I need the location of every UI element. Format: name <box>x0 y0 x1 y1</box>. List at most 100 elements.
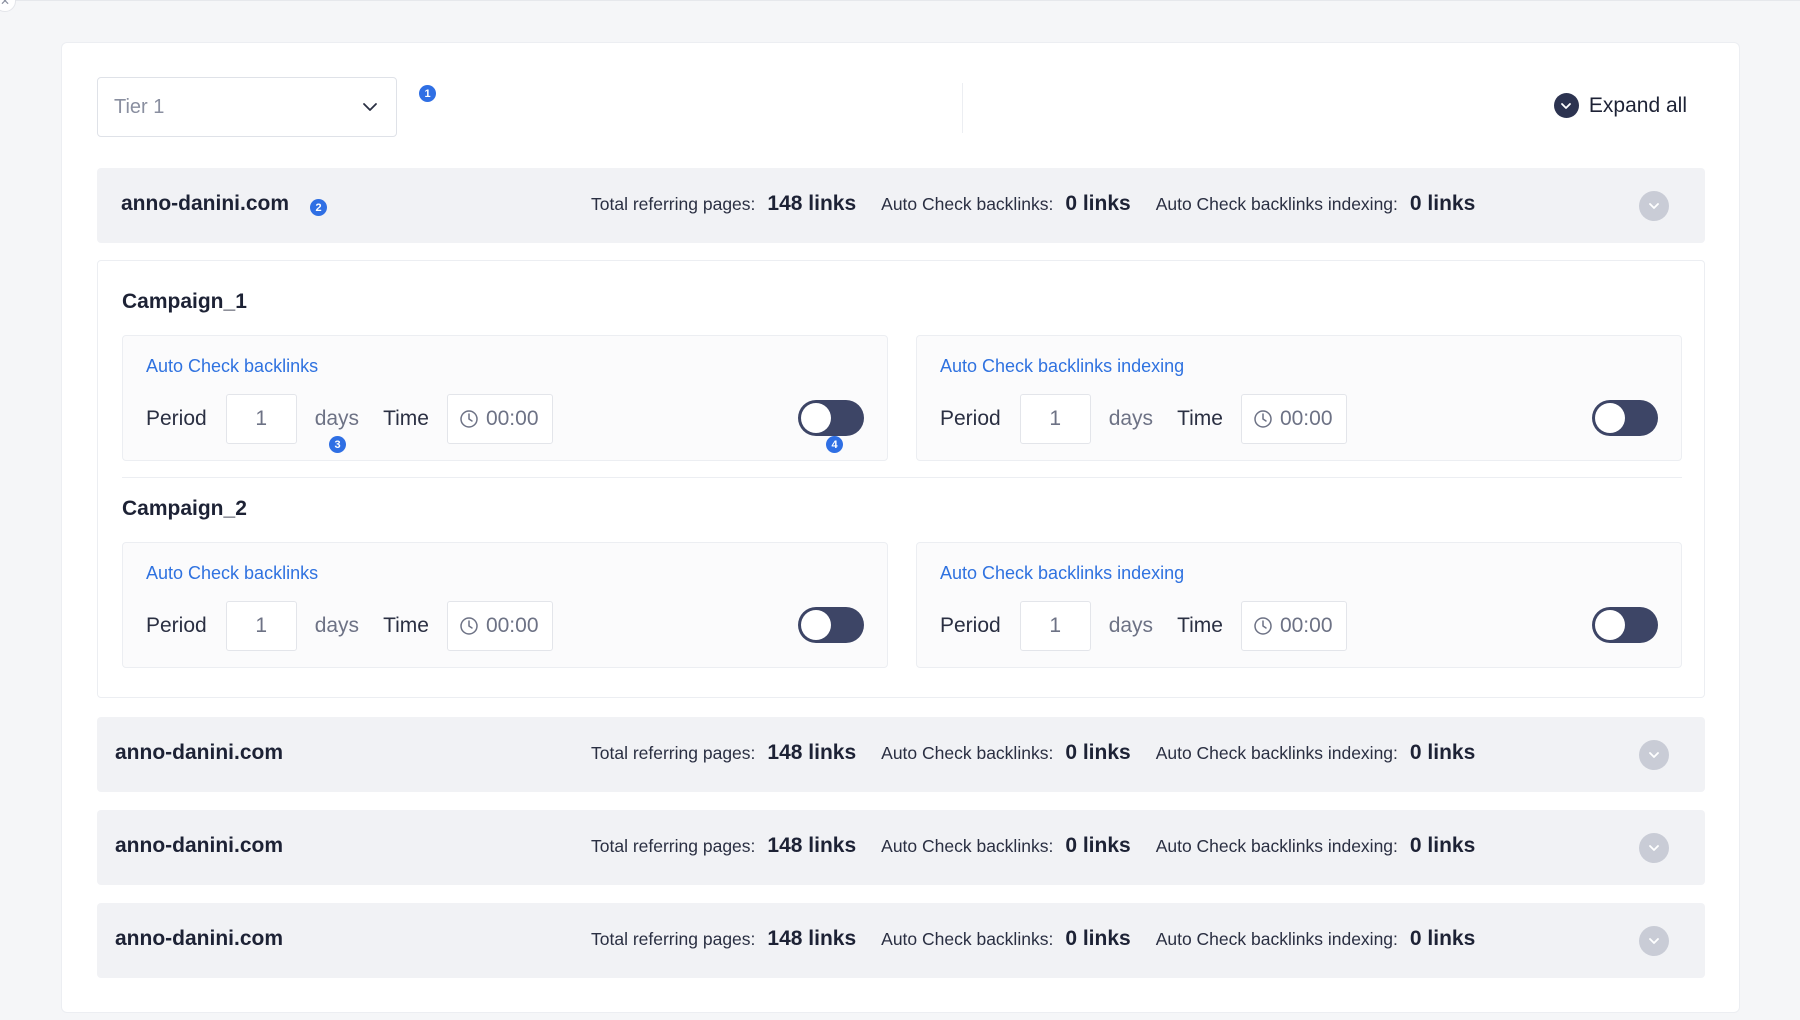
auto-check-backlinks-label: Auto Check backlinks: <box>881 929 1054 949</box>
hint-badge-1: 1 <box>419 85 436 102</box>
time-value: 00:00 <box>1279 614 1333 637</box>
total-referring-pages-value: 148 links <box>767 927 857 950</box>
domain-stats: Total referring pages: 148 links Auto Ch… <box>591 927 1500 951</box>
period-label: Period <box>146 614 207 637</box>
period-label: Period <box>940 407 1001 430</box>
auto-check-indexing-label: Auto Check backlinks indexing: <box>1155 836 1398 856</box>
auto-check-backlinks-box: Auto Check backlinks Period 1 days Time … <box>122 335 888 461</box>
domain-stats: Total referring pages: 148 links Auto Ch… <box>591 741 1500 765</box>
box-title: Auto Check backlinks indexing <box>940 356 1185 376</box>
auto-check-indexing-label: Auto Check backlinks indexing: <box>1155 929 1398 949</box>
time-value: 00:00 <box>485 614 539 637</box>
domain-stats: Total referring pages: 148 links Auto Ch… <box>591 192 1500 216</box>
auto-check-indexing-value: 0 links <box>1409 927 1476 950</box>
expand-toggle-button[interactable] <box>1639 926 1669 956</box>
tier-select-value: Tier 1 <box>114 95 165 118</box>
tier-select[interactable]: Tier 1 <box>97 77 397 137</box>
box-title: Auto Check backlinks <box>146 356 319 376</box>
campaign-title: Campaign_2 <box>122 497 247 520</box>
time-label: Time <box>1177 407 1223 430</box>
campaign-title: Campaign_1 <box>122 290 247 313</box>
period-label: Period <box>940 614 1001 637</box>
total-referring-pages-label: Total referring pages: <box>591 929 756 949</box>
hint-badge-2: 2 <box>310 199 327 216</box>
expand-all-label: Expand all <box>1588 93 1687 117</box>
days-label: days <box>1108 614 1154 637</box>
auto-check-indexing-value: 0 links <box>1409 192 1476 215</box>
auto-check-indexing-label: Auto Check backlinks indexing: <box>1155 194 1398 214</box>
domain-name: anno-danini.com <box>121 192 289 215</box>
domain-row[interactable]: anno-danini.com Total referring pages: 1… <box>97 717 1705 792</box>
time-input[interactable]: 00:00 <box>446 601 553 651</box>
close-icon[interactable]: ✕ <box>0 0 16 12</box>
period-label: Period <box>146 407 207 430</box>
period-input[interactable]: 1 <box>1019 394 1091 444</box>
auto-check-backlinks-value: 0 links <box>1065 192 1131 215</box>
chevron-down-icon <box>1649 203 1659 209</box>
toggle-knob <box>801 610 831 640</box>
days-label: days <box>314 614 360 637</box>
clock-icon <box>1254 410 1272 428</box>
total-referring-pages-value: 148 links <box>767 834 857 857</box>
campaigns-panel: Campaign_1 Auto Check backlinks Period 1… <box>97 260 1705 698</box>
time-label: Time <box>1177 614 1223 637</box>
time-input[interactable]: 00:00 <box>1240 394 1347 444</box>
toggle-knob <box>801 403 831 433</box>
auto-check-backlinks-value: 0 links <box>1065 927 1131 950</box>
clock-icon <box>460 410 478 428</box>
auto-check-backlinks-label: Auto Check backlinks: <box>881 836 1054 856</box>
time-value: 00:00 <box>485 407 539 430</box>
total-referring-pages-label: Total referring pages: <box>591 836 756 856</box>
expand-all-button[interactable]: Expand all <box>1553 93 1687 118</box>
auto-check-backlinks-toggle[interactable] <box>798 400 864 436</box>
chevron-down-icon <box>1553 93 1579 118</box>
period-input[interactable]: 1 <box>1019 601 1091 651</box>
expand-toggle-button[interactable] <box>1639 740 1669 770</box>
chevron-down-icon <box>363 103 377 111</box>
domain-name: anno-danini.com <box>115 741 283 764</box>
auto-check-backlinks-box: Auto Check backlinks Period 1 days Time … <box>122 542 888 668</box>
domain-row[interactable]: anno-danini.com Total referring pages: 1… <box>97 810 1705 885</box>
chevron-down-icon <box>1649 938 1659 944</box>
box-title: Auto Check backlinks indexing <box>940 563 1185 583</box>
chevron-down-icon <box>1649 752 1659 758</box>
domain-row[interactable]: anno-danini.com 2 Total referring pages:… <box>97 168 1705 243</box>
clock-icon <box>460 617 478 635</box>
collapse-toggle-button[interactable] <box>1639 191 1669 221</box>
time-label: Time <box>383 614 429 637</box>
total-referring-pages-value: 148 links <box>767 192 857 215</box>
total-referring-pages-label: Total referring pages: <box>591 194 756 214</box>
days-label: days <box>1108 407 1154 430</box>
auto-check-indexing-label: Auto Check backlinks indexing: <box>1155 743 1398 763</box>
toggle-knob <box>1595 403 1625 433</box>
top-border <box>0 0 1800 4</box>
chevron-down-icon <box>1649 845 1659 851</box>
domain-stats: Total referring pages: 148 links Auto Ch… <box>591 834 1500 858</box>
clock-icon <box>1254 617 1272 635</box>
auto-check-indexing-value: 0 links <box>1409 834 1476 857</box>
total-referring-pages-label: Total referring pages: <box>591 743 756 763</box>
box-title: Auto Check backlinks <box>146 563 319 583</box>
hint-badge-4: 4 <box>826 436 843 453</box>
auto-check-indexing-toggle[interactable] <box>1592 607 1658 643</box>
auto-check-backlinks-label: Auto Check backlinks: <box>881 743 1054 763</box>
time-label: Time <box>383 407 429 430</box>
settings-card: Tier 1 1 Expand all anno-danini.com 2 To… <box>61 42 1740 1013</box>
expand-toggle-button[interactable] <box>1639 833 1669 863</box>
toggle-knob <box>1595 610 1625 640</box>
domain-name: anno-danini.com <box>115 834 283 857</box>
auto-check-backlinks-toggle[interactable] <box>798 607 864 643</box>
auto-check-indexing-toggle[interactable] <box>1592 400 1658 436</box>
time-input[interactable]: 00:00 <box>446 394 553 444</box>
auto-check-backlinks-value: 0 links <box>1065 741 1131 764</box>
time-input[interactable]: 00:00 <box>1240 601 1347 651</box>
auto-check-backlinks-label: Auto Check backlinks: <box>881 194 1054 214</box>
domain-row[interactable]: anno-danini.com Total referring pages: 1… <box>97 903 1705 978</box>
period-input[interactable]: 1 <box>225 394 297 444</box>
time-value: 00:00 <box>1279 407 1333 430</box>
domain-name: anno-danini.com <box>115 927 283 950</box>
period-input[interactable]: 1 <box>225 601 297 651</box>
auto-check-indexing-box: Auto Check backlinks indexing Period 1 d… <box>916 542 1682 668</box>
auto-check-indexing-value: 0 links <box>1409 741 1476 764</box>
days-label: days <box>314 407 360 430</box>
